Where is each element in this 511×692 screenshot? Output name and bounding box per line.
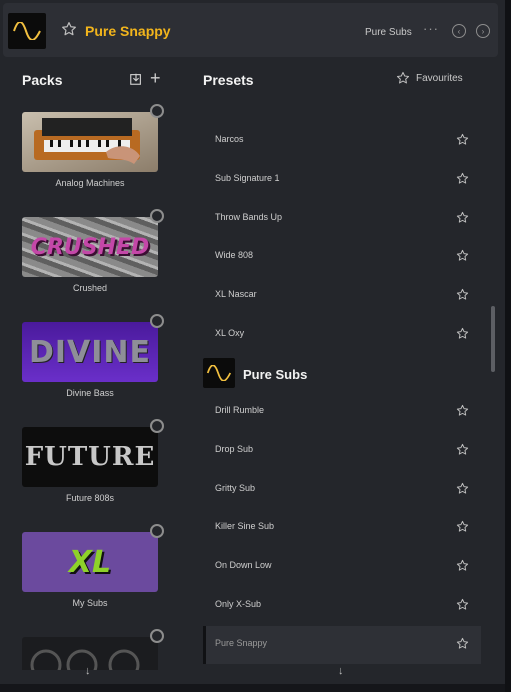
- chevron-left-icon: ‹: [457, 26, 461, 36]
- favourite-star-icon[interactable]: [456, 443, 469, 456]
- pack-item-divine-bass[interactable]: DIVINE Divine Bass: [22, 314, 164, 398]
- pack-section-title: Pure Subs: [243, 367, 308, 382]
- favourites-star-icon[interactable]: [396, 71, 410, 85]
- favourite-star-icon[interactable]: [456, 172, 469, 185]
- pack-item-crushed[interactable]: CRUSHED Crushed: [22, 209, 164, 293]
- preset-name: XL Nascar: [215, 289, 257, 300]
- app-logo: [8, 13, 46, 49]
- preset-name: Drop Sub: [215, 443, 254, 454]
- favourite-star-icon[interactable]: [456, 249, 469, 262]
- preset-row[interactable]: Narcos: [203, 122, 481, 160]
- sine-wave-icon: [206, 365, 232, 381]
- preset-row[interactable]: On Down Low: [203, 548, 481, 586]
- preset-row[interactable]: Drop Sub: [203, 432, 481, 470]
- favourite-star-icon[interactable]: [456, 133, 469, 146]
- favourites-filter[interactable]: Favourites: [416, 73, 463, 84]
- favourite-star-icon[interactable]: [456, 211, 469, 224]
- preset-row[interactable]: Pure Snappy: [203, 625, 481, 664]
- top-bar: Pure Snappy Pure Subs ··· ‹ ›: [3, 3, 498, 57]
- pack-label: Crushed: [72, 283, 108, 293]
- preset-row[interactable]: Throw Bands Up: [203, 200, 481, 238]
- pack-label: Future 808s: [65, 493, 115, 503]
- bottom-edge: [0, 684, 505, 692]
- pack-thumb-text: DIVINE: [28, 334, 152, 370]
- pack-select-radio[interactable]: [150, 209, 164, 223]
- preset-row[interactable]: Wide 808: [203, 238, 481, 276]
- synth-image: [34, 118, 140, 164]
- preset-name: On Down Low: [215, 560, 272, 571]
- preset-name: Throw Bands Up: [215, 211, 283, 222]
- preset-name: XL Oxy: [215, 328, 245, 338]
- preset-row[interactable]: Drill Rumble: [203, 393, 481, 431]
- chevron-right-icon: ›: [481, 26, 485, 36]
- preset-row[interactable]: XL Nascar: [203, 277, 481, 315]
- favourite-star-icon[interactable]: [456, 404, 469, 417]
- preset-name: Killer Sine Sub: [215, 521, 275, 532]
- favourite-star-icon[interactable]: [456, 520, 469, 533]
- preset-name: Gritty Sub: [215, 482, 256, 493]
- pack-thumbnail[interactable]: DIVINE: [22, 322, 158, 382]
- favourite-star-icon[interactable]: [456, 482, 469, 495]
- preset-name: Narcos: [215, 134, 244, 144]
- pack-thumb-text: CRUSHED: [30, 234, 150, 260]
- presets-heading: Presets: [203, 72, 254, 88]
- pack-label: Analog Machines: [55, 178, 125, 188]
- pack-select-radio[interactable]: [150, 419, 164, 433]
- pack-select-radio[interactable]: [150, 104, 164, 118]
- pack-label: My Subs: [72, 598, 108, 608]
- pack-item-my-subs[interactable]: XL My Subs: [22, 524, 164, 608]
- packs-scroll-down-icon[interactable]: ↓: [85, 665, 91, 677]
- favourite-star-icon[interactable]: [456, 327, 469, 340]
- preset-row[interactable]: Sub Signature 1: [203, 161, 481, 199]
- pack-thumb-text: FUTURE: [24, 442, 156, 472]
- favourite-star-icon[interactable]: [61, 21, 77, 37]
- pack-thumbnail[interactable]: FUTURE: [22, 427, 158, 487]
- preset-name: Sub Signature 1: [215, 172, 280, 183]
- sine-wave-icon: [13, 22, 41, 40]
- pack-label: Divine Bass: [66, 388, 114, 398]
- import-icon[interactable]: [129, 72, 143, 86]
- next-preset-button[interactable]: ›: [476, 24, 490, 38]
- preset-name: Pure Snappy: [215, 637, 268, 648]
- pack-select-radio[interactable]: [150, 524, 164, 538]
- preset-name: Drill Rumble: [215, 405, 265, 415]
- current-preset-title[interactable]: Pure Snappy: [85, 23, 171, 39]
- pack-thumb-text: XL: [68, 544, 112, 580]
- pack-item-analog-machines[interactable]: Analog Machines: [22, 104, 164, 188]
- pack-item-future-808s[interactable]: FUTURE Future 808s: [22, 419, 164, 503]
- preset-row[interactable]: Only X-Sub: [203, 587, 481, 625]
- preset-name: Wide 808: [215, 250, 254, 261]
- preset-row[interactable]: XL Oxy: [203, 316, 481, 354]
- pack-thumbnail[interactable]: CRUSHED: [22, 217, 158, 277]
- preset-name: Only X-Sub: [215, 599, 262, 609]
- packs-heading: Packs: [22, 72, 63, 88]
- selection-indicator: [203, 625, 206, 664]
- add-pack-icon[interactable]: +: [150, 69, 161, 87]
- pack-thumbnail[interactable]: XL: [22, 532, 158, 592]
- presets-scrollbar[interactable]: [491, 306, 495, 372]
- preset-browser-window: Pure Snappy Pure Subs ··· ‹ › Packs + An…: [0, 0, 511, 692]
- current-pack-label[interactable]: Pure Subs: [365, 27, 412, 38]
- packs-list: Analog Machines CRUSHED Crushed DIVINE D…: [0, 100, 185, 670]
- favourite-star-icon[interactable]: [456, 559, 469, 572]
- favourite-star-icon[interactable]: [456, 637, 469, 650]
- presets-scroll-down-icon[interactable]: ↓: [338, 665, 344, 677]
- more-options-icon[interactable]: ···: [423, 21, 439, 36]
- pack-logo: [203, 358, 235, 388]
- pack-section-header: Pure Subs: [203, 358, 481, 390]
- favourite-star-icon[interactable]: [456, 288, 469, 301]
- pack-thumbnail[interactable]: [22, 112, 158, 172]
- pack-select-radio[interactable]: [150, 629, 164, 643]
- previous-preset-button[interactable]: ‹: [452, 24, 466, 38]
- preset-row[interactable]: Gritty Sub: [203, 471, 481, 509]
- preset-row[interactable]: Killer Sine Sub: [203, 509, 481, 547]
- pack-select-radio[interactable]: [150, 314, 164, 328]
- favourite-star-icon[interactable]: [456, 598, 469, 611]
